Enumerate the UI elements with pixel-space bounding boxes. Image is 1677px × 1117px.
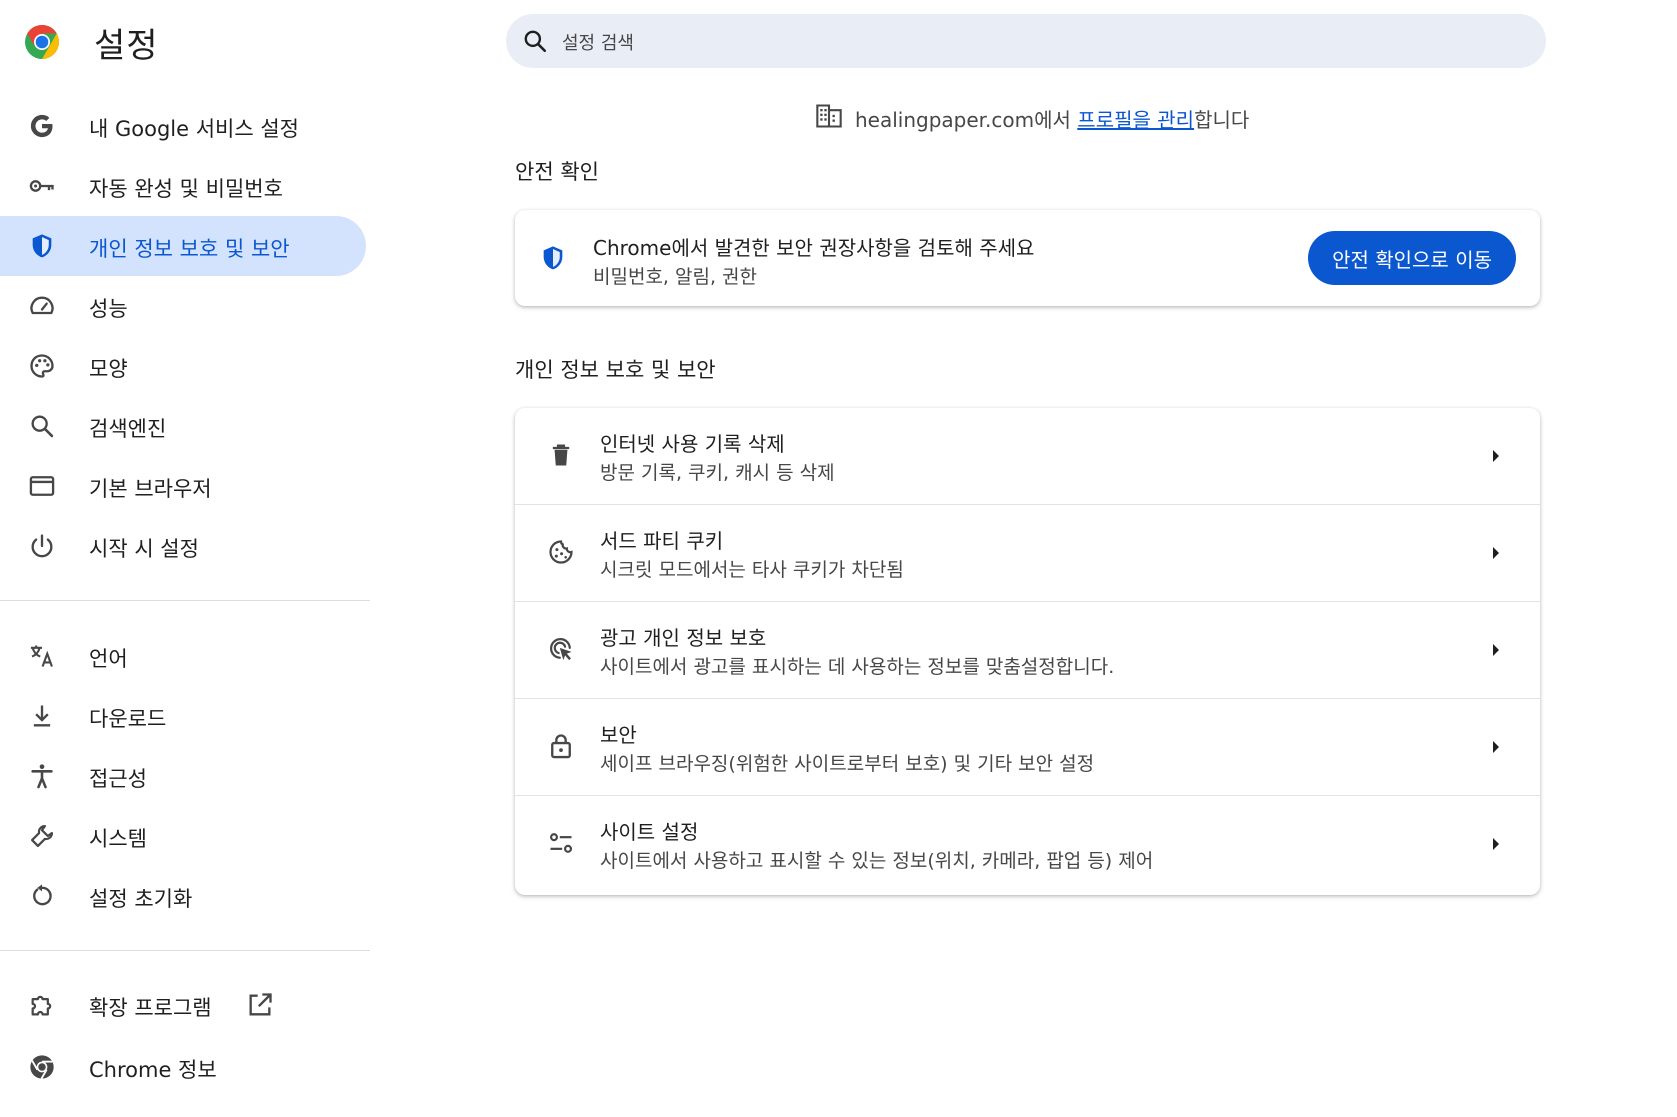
row-title: 보안 [600, 723, 637, 747]
sidebar-item-languages[interactable]: 언어 [0, 626, 366, 686]
google-g-icon [30, 114, 53, 138]
building-icon [816, 104, 842, 128]
privacy-section-title: 개인 정보 보호 및 보안 [515, 358, 716, 382]
row-third-party-cookies[interactable]: 서드 파티 쿠키 시크릿 모드에서는 타사 쿠키가 차단됨 [515, 505, 1540, 602]
chevron-right-icon [1493, 644, 1499, 656]
sidebar-item-label: 언어 [89, 647, 128, 671]
translate-icon [30, 645, 53, 667]
power-icon [31, 534, 53, 558]
sidebar-item-label: 시스템 [89, 827, 147, 851]
safety-check-card: Chrome에서 발견한 보안 권장사항을 검토해 주세요 비밀번호, 알림, … [515, 210, 1540, 306]
sidebar-item-label: 모양 [89, 357, 128, 381]
privacy-card: 인터넷 사용 기록 삭제 방문 기록, 쿠키, 캐시 등 삭제 서드 파티 쿠키… [515, 408, 1540, 895]
sidebar-item-label: 접근성 [89, 767, 147, 791]
managed-text: healingpaper.com에서 프로필을 관리합니다 [855, 104, 1249, 133]
sidebar: 내 Google 서비스 설정 자동 완성 및 비밀번호 개인 정보 보호 및 … [0, 96, 370, 1097]
row-subtitle: 방문 기록, 쿠키, 캐시 등 삭제 [600, 462, 835, 484]
search-placeholder: 설정 검색 [562, 33, 634, 54]
safety-check-section-title: 안전 확인 [515, 160, 599, 184]
sidebar-item-label: 자동 완성 및 비밀번호 [89, 177, 283, 201]
sidebar-item-label: 시작 시 설정 [89, 537, 199, 561]
manage-profile-link[interactable]: 프로필을 관리 [1077, 108, 1194, 132]
chevron-right-icon [1493, 450, 1499, 462]
sidebar-item-extensions[interactable]: 확장 프로그램 [0, 975, 366, 1035]
chevron-right-icon [1493, 838, 1499, 850]
sidebar-item-system[interactable]: 시스템 [0, 806, 366, 866]
row-subtitle: 세이프 브라우징(위험한 사이트로부터 보호) 및 기타 보안 설정 [600, 753, 1095, 775]
managed-suffix-text: 합니다 [1194, 108, 1250, 132]
sidebar-item-default-browser[interactable]: 기본 브라우저 [0, 456, 366, 516]
open-in-new-icon [249, 993, 272, 1016]
sidebar-divider [0, 950, 370, 951]
shield-icon [543, 246, 563, 270]
row-title: 사이트 설정 [600, 820, 699, 844]
key-icon [29, 180, 54, 192]
row-subtitle: 사이트에서 광고를 표시하는 데 사용하는 정보를 맞춤설정합니다. [600, 656, 1115, 678]
tune-icon [549, 833, 573, 853]
sidebar-item-appearance[interactable]: 모양 [0, 336, 366, 396]
managed-profile-notice: healingpaper.com에서 프로필을 관리합니다 [815, 102, 1415, 134]
sidebar-item-search-engine[interactable]: 검색엔진 [0, 396, 366, 456]
cookie-icon [549, 540, 573, 564]
sidebar-item-performance[interactable]: 성능 [0, 276, 366, 336]
sidebar-item-google-services[interactable]: 내 Google 서비스 설정 [0, 96, 366, 156]
speedometer-icon [30, 296, 54, 315]
reset-icon [33, 884, 52, 906]
search-input[interactable]: 설정 검색 [506, 14, 1546, 68]
chevron-right-icon [1493, 547, 1499, 559]
ad-privacy-icon [550, 638, 572, 661]
sidebar-item-label: 내 Google 서비스 설정 [89, 117, 299, 141]
safety-check-subtitle: 비밀번호, 알림, 권한 [593, 266, 757, 288]
chevron-right-icon [1493, 741, 1499, 753]
browser-window-icon [29, 476, 55, 496]
sidebar-item-autofill[interactable]: 자동 완성 및 비밀번호 [0, 156, 366, 216]
trash-icon [552, 444, 570, 466]
row-clear-browsing-data[interactable]: 인터넷 사용 기록 삭제 방문 기록, 쿠키, 캐시 등 삭제 [515, 408, 1540, 505]
shield-icon [32, 234, 52, 258]
sidebar-item-label: 성능 [89, 297, 128, 321]
managed-domain-text: healingpaper.com에서 [855, 108, 1078, 132]
row-subtitle: 시크릿 모드에서는 타사 쿠키가 차단됨 [600, 559, 904, 581]
sidebar-item-label: 다운로드 [89, 707, 167, 731]
sidebar-item-label: Chrome 정보 [89, 1058, 217, 1082]
row-title: 서드 파티 쿠키 [600, 529, 724, 553]
extension-icon [31, 995, 52, 1016]
row-subtitle: 사이트에서 사용하고 표시할 수 있는 정보(위치, 카메라, 팝업 등) 제어 [600, 850, 1154, 872]
chrome-logo-icon [25, 25, 59, 59]
row-ad-privacy[interactable]: 광고 개인 정보 보호 사이트에서 광고를 표시하는 데 사용하는 정보를 맞춤… [515, 602, 1540, 699]
download-icon [33, 705, 51, 727]
sidebar-item-about-chrome[interactable]: Chrome 정보 [0, 1037, 366, 1097]
sidebar-item-accessibility[interactable]: 접근성 [0, 746, 366, 806]
search-icon [31, 415, 54, 438]
page-title: 설정 [94, 26, 159, 66]
header: 설정 설정 검색 [0, 0, 1677, 82]
sidebar-item-label: 확장 프로그램 [89, 996, 212, 1020]
search-icon [524, 30, 547, 53]
sidebar-item-reset[interactable]: 설정 초기화 [0, 866, 366, 926]
chrome-icon [30, 1055, 54, 1080]
sidebar-item-on-startup[interactable]: 시작 시 설정 [0, 516, 366, 576]
accessibility-icon [31, 764, 53, 789]
sidebar-item-label: 설정 초기화 [89, 887, 193, 911]
sidebar-divider [0, 600, 370, 601]
lock-icon [551, 734, 571, 759]
palette-icon [30, 354, 54, 378]
safety-check-title: Chrome에서 발견한 보안 권장사항을 검토해 주세요 [593, 236, 1035, 260]
sidebar-item-label: 개인 정보 보호 및 보안 [89, 237, 290, 261]
sidebar-item-downloads[interactable]: 다운로드 [0, 686, 366, 746]
go-to-safety-check-button[interactable]: 안전 확인으로 이동 [1308, 231, 1516, 285]
sidebar-item-label: 검색엔진 [89, 417, 167, 441]
row-security[interactable]: 보안 세이프 브라우징(위험한 사이트로부터 보호) 및 기타 보안 설정 [515, 699, 1540, 796]
sidebar-item-privacy[interactable]: 개인 정보 보호 및 보안 [0, 216, 366, 276]
row-title: 인터넷 사용 기록 삭제 [600, 432, 785, 456]
wrench-icon [30, 824, 54, 848]
sidebar-item-label: 기본 브라우저 [89, 477, 212, 501]
row-title: 광고 개인 정보 보호 [600, 626, 767, 650]
row-site-settings[interactable]: 사이트 설정 사이트에서 사용하고 표시할 수 있는 정보(위치, 카메라, 팝… [515, 796, 1540, 893]
